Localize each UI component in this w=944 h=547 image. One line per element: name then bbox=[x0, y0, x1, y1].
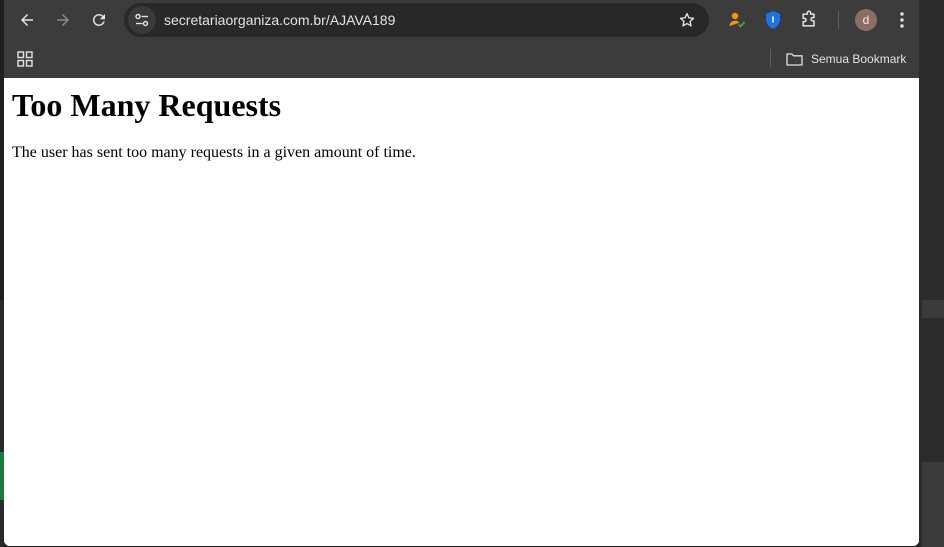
more-vertical-icon bbox=[900, 12, 904, 28]
bookmark-star-button[interactable] bbox=[673, 6, 701, 34]
address-bar[interactable]: secretariaorganiza.com.br/AJAVA189 bbox=[124, 3, 709, 37]
folder-icon bbox=[786, 53, 803, 66]
puzzle-icon bbox=[802, 10, 815, 27]
browser-window: secretariaorganiza.com.br/AJAVA189 d Sem… bbox=[4, 0, 919, 546]
browser-menu-button[interactable] bbox=[887, 5, 917, 35]
extension-2-button[interactable] bbox=[758, 5, 788, 35]
back-arrow-icon bbox=[21, 14, 33, 26]
site-info-button[interactable] bbox=[128, 6, 156, 34]
apps-button[interactable] bbox=[14, 48, 36, 70]
url-text[interactable]: secretariaorganiza.com.br/AJAVA189 bbox=[164, 12, 673, 28]
all-bookmarks-button[interactable]: Semua Bookmark bbox=[786, 48, 906, 70]
page-content: Too Many Requests The user has sent too … bbox=[4, 78, 919, 546]
back-button[interactable] bbox=[12, 5, 42, 35]
desktop-tile bbox=[922, 462, 944, 547]
profile-button[interactable]: d bbox=[851, 5, 881, 35]
desktop-tile bbox=[922, 300, 944, 318]
all-bookmarks-label: Semua Bookmark bbox=[811, 52, 907, 66]
reload-icon bbox=[92, 13, 105, 26]
tune-icon bbox=[135, 13, 149, 27]
shield-icon bbox=[766, 11, 780, 29]
bookmarks-divider bbox=[770, 49, 771, 67]
avatar: d bbox=[855, 9, 877, 31]
apps-grid-icon bbox=[17, 51, 33, 67]
extension-1-button[interactable] bbox=[722, 5, 752, 35]
forward-arrow-icon bbox=[57, 14, 69, 26]
bookmarks-bar: Semua Bookmark bbox=[4, 40, 919, 78]
person-check-icon bbox=[729, 12, 746, 28]
error-message: The user has sent too many requests in a… bbox=[12, 144, 416, 161]
forward-button[interactable] bbox=[48, 5, 78, 35]
page-title: Too Many Requests bbox=[12, 87, 282, 123]
extensions-menu-button[interactable] bbox=[794, 5, 824, 35]
reload-button[interactable] bbox=[84, 5, 114, 35]
browser-toolbar: secretariaorganiza.com.br/AJAVA189 d bbox=[4, 0, 919, 40]
toolbar-divider bbox=[838, 11, 839, 29]
star-icon bbox=[679, 12, 695, 27]
desktop-background bbox=[919, 0, 944, 547]
extensions-area: d bbox=[722, 5, 919, 35]
